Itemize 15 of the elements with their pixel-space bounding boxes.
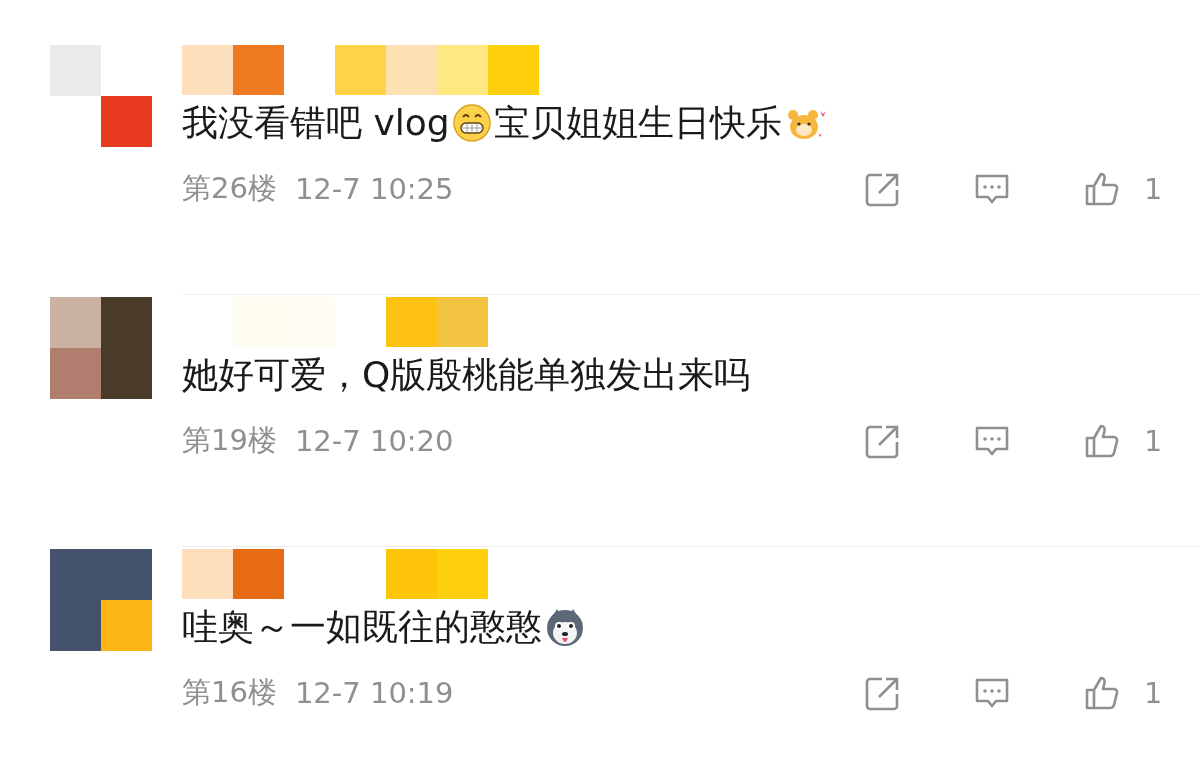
- comment-text: 我没看错吧 vlog: [182, 100, 450, 145]
- husky-dog-icon: [544, 607, 586, 647]
- timestamp: 12-7 10:20: [294, 424, 454, 458]
- floor-number: 第19楼: [182, 422, 277, 459]
- floor-number: 第26楼: [182, 170, 277, 207]
- comment-text: 宝贝姐姐生日快乐: [493, 100, 782, 145]
- timestamp: 12-7 10:25: [294, 172, 454, 206]
- like-count: 1: [1144, 172, 1162, 206]
- floor-number: 第16楼: [182, 674, 277, 711]
- comment-text: 哇奥～一如既往的憨憨: [182, 604, 542, 649]
- like-count: 1: [1144, 676, 1162, 710]
- grinning-face-icon: [451, 103, 492, 143]
- comment-text: 她好可爱，Q版殷桃能单独发出来吗: [182, 352, 751, 397]
- like-count: 1: [1144, 424, 1162, 458]
- timestamp: 12-7 10:19: [294, 676, 454, 710]
